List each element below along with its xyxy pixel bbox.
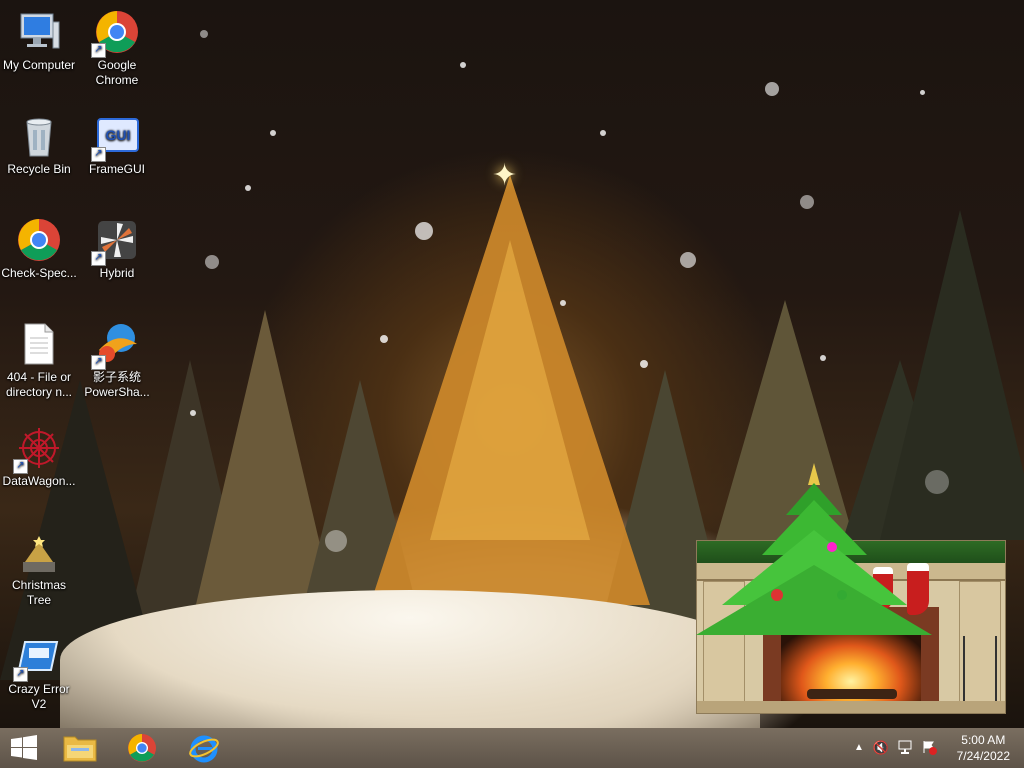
snowflake [680, 252, 696, 268]
recycle-bin-icon [15, 112, 63, 160]
shortcut-arrow-icon: ↗ [13, 459, 28, 474]
icon-label: Google Chrome [95, 58, 139, 87]
framegui-icon: GUI ↗ [91, 112, 141, 162]
shortcut-arrow-icon: ↗ [91, 147, 106, 162]
snowflake [820, 355, 826, 361]
taskbar-file-explorer[interactable] [52, 728, 108, 768]
network-icon[interactable] [896, 739, 914, 757]
desktop-icon-crazy-error[interactable]: ↗ Crazy Error V2 [0, 632, 78, 712]
snowflake [920, 90, 925, 95]
desktop-icon-hybrid[interactable]: ↗ Hybrid [78, 216, 156, 281]
snowflake [800, 195, 814, 209]
fireplace-tools [963, 636, 997, 701]
fireplace-logs [807, 689, 897, 699]
chrome-icon [15, 216, 63, 264]
desktop-icon-framegui[interactable]: GUI ↗ FrameGUI [78, 112, 156, 177]
icon-label: Hybrid [99, 266, 135, 280]
windows-logo-icon [11, 735, 37, 760]
shortcut-arrow-icon: ↗ [91, 43, 106, 58]
volume-muted-icon[interactable]: 🔇 [872, 739, 890, 757]
snowflake [205, 255, 219, 269]
snowflake [415, 222, 433, 240]
snowflake [325, 530, 347, 552]
snowflake [380, 335, 388, 343]
icon-label: Crazy Error V2 [8, 682, 70, 711]
snowflake [200, 30, 208, 38]
internet-explorer-icon [189, 735, 219, 763]
taskbar-chrome[interactable] [114, 728, 170, 768]
datawagon-icon: ↗ [13, 424, 63, 474]
desktop-icon-google-chrome[interactable]: ↗ Google Chrome [78, 8, 156, 88]
desktop-icon-christmas-tree[interactable]: Christmas Tree [0, 528, 78, 608]
wallpaper-golden-tree-glow [430, 240, 590, 540]
snowflake [460, 62, 466, 68]
snowflake [245, 185, 251, 191]
taskbar-clock[interactable]: 5:00 AM 7/24/2022 [957, 732, 1010, 764]
desktop-icon-my-computer[interactable]: My Computer [0, 8, 78, 73]
crazy-error-icon: ↗ [13, 632, 63, 682]
snowflake [270, 130, 276, 136]
snowflake [765, 82, 779, 96]
snow-ground [60, 590, 760, 728]
shortcut-arrow-icon: ↗ [91, 251, 106, 266]
show-hidden-icons-button[interactable]: ▲ [850, 739, 868, 757]
desktop-icon-404-file[interactable]: 404 - File or directory n... [0, 320, 78, 400]
powershadow-icon: ↗ [91, 320, 141, 370]
snowflake [600, 130, 606, 136]
clock-time: 5:00 AM [961, 733, 1006, 747]
desktop-icon-powershadow[interactable]: ↗ 影子系统 PowerSha... [78, 320, 156, 400]
folder-icon [63, 736, 97, 762]
action-center-icon[interactable] [920, 739, 938, 757]
snowflake [640, 360, 648, 368]
tree-star: ✦ [492, 159, 518, 192]
desktop-icon-datawagon[interactable]: ↗ DataWagon... [0, 424, 78, 489]
icon-label: Check-Spec... [1, 266, 77, 280]
hearth [697, 701, 1005, 713]
christmas-tree-icon [15, 528, 63, 576]
icon-label: Recycle Bin [7, 162, 71, 176]
shortcut-arrow-icon: ↗ [91, 355, 106, 370]
taskbar-internet-explorer[interactable] [176, 728, 232, 768]
icon-label: 影子系统 PowerSha... [84, 370, 150, 399]
icon-label: Christmas Tree [11, 578, 66, 607]
chrome-icon: ↗ [91, 8, 141, 58]
icon-label: DataWagon... [2, 474, 76, 488]
start-button[interactable] [0, 728, 48, 768]
clock-date: 7/24/2022 [956, 749, 1010, 763]
hybrid-icon: ↗ [91, 216, 141, 266]
icon-label: 404 - File or directory n... [5, 370, 73, 399]
taskbar: ▲ 🔇 5:00 AM 7/24/2022 [0, 728, 1024, 768]
computer-icon [15, 8, 63, 56]
chrome-icon [128, 734, 156, 762]
snowflake [190, 410, 196, 416]
icon-label: My Computer [2, 58, 76, 72]
document-icon [15, 320, 63, 368]
icon-label: FrameGUI [88, 162, 145, 176]
desktop-icon-check-spec[interactable]: Check-Spec... [0, 216, 78, 281]
shortcut-arrow-icon: ↗ [13, 667, 28, 682]
snowflake [560, 300, 566, 306]
desktop-icon-recycle-bin[interactable]: Recycle Bin [0, 112, 78, 177]
green-christmas-tree[interactable] [692, 445, 942, 645]
